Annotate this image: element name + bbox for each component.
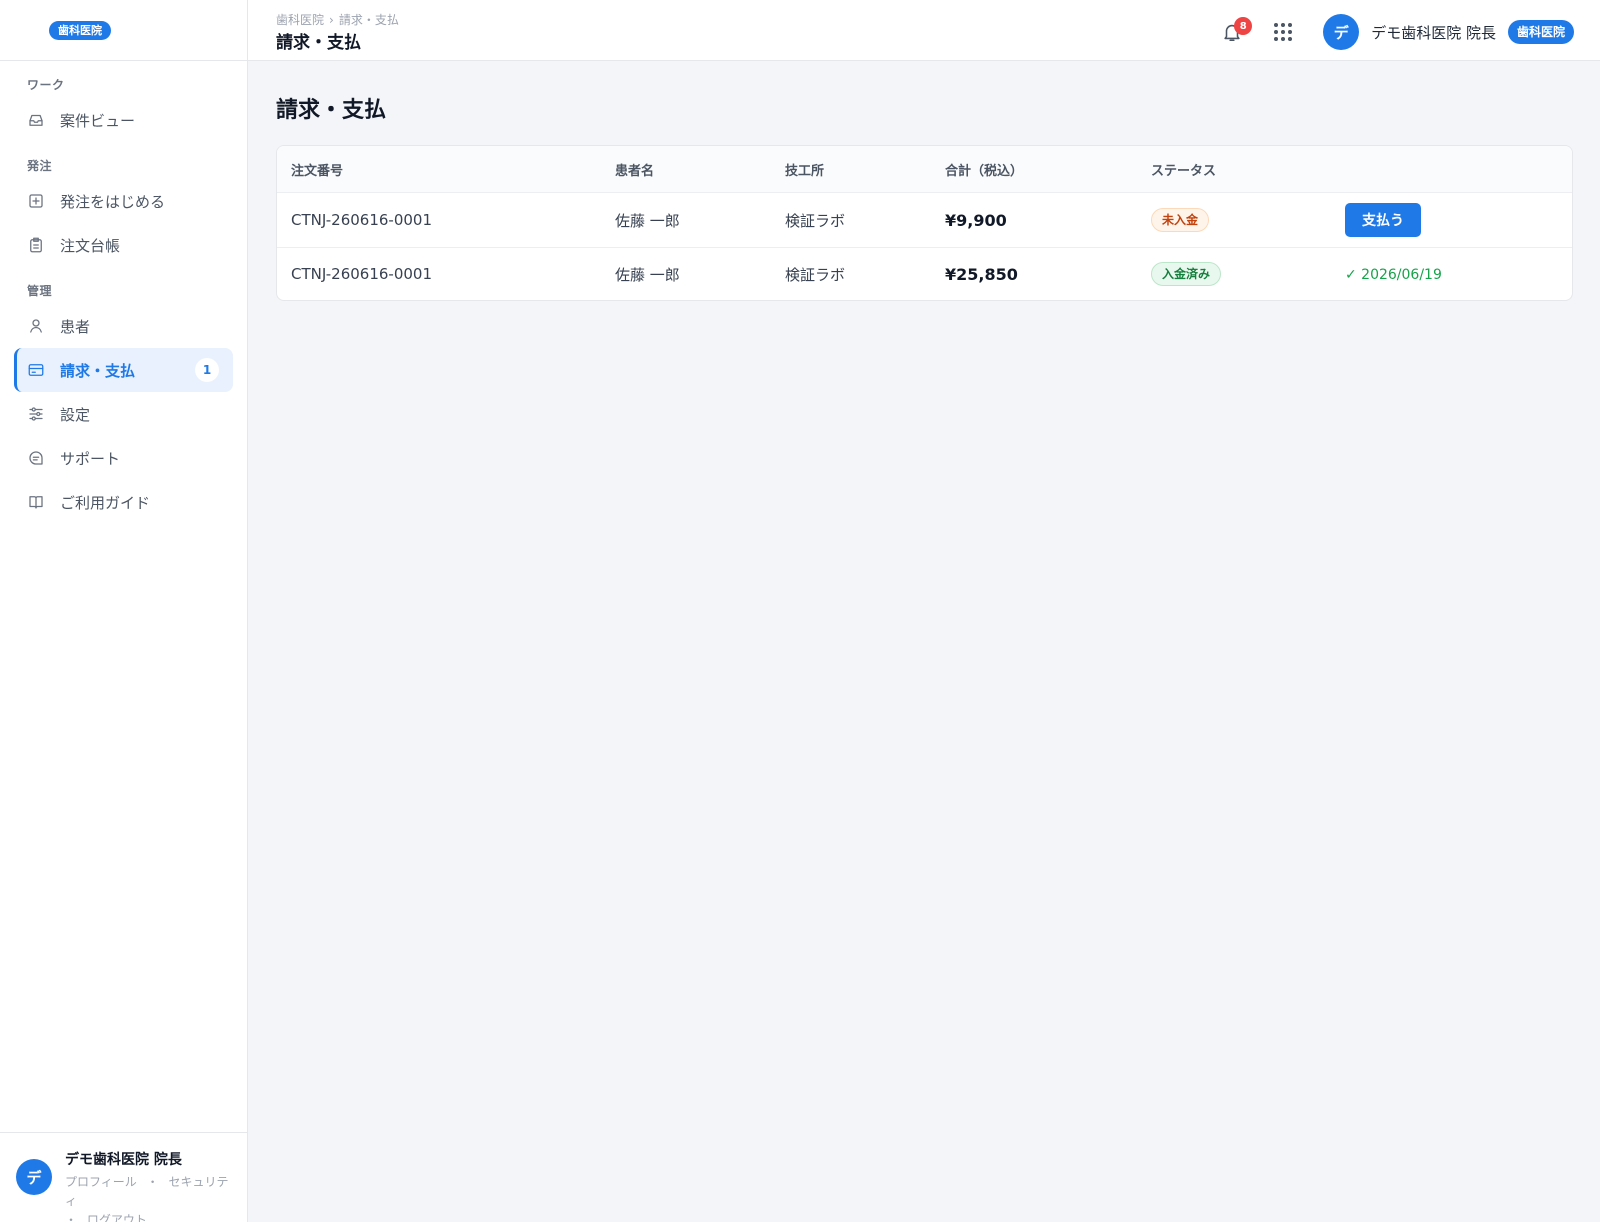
app-root: 歯科医院 ワーク 案件ビュー 発注 発注をはじめる 注文台帳 管理 患者 請求・… bbox=[0, 0, 1600, 1222]
grid-icon bbox=[1274, 23, 1293, 41]
column-header-status: ステータス bbox=[1151, 163, 1217, 179]
sidebar-brand: 歯科医院 bbox=[0, 0, 247, 61]
book-icon bbox=[27, 493, 45, 511]
sidebar-item-label: 発注をはじめる bbox=[60, 192, 166, 211]
notification-count-badge: 8 bbox=[1234, 17, 1253, 35]
brand-badge[interactable]: 歯科医院 bbox=[49, 20, 111, 40]
column-header-patient: 患者名 bbox=[615, 163, 655, 179]
status-cell: 入金済み bbox=[1137, 262, 1331, 286]
user-avatar[interactable]: デ bbox=[1323, 14, 1360, 50]
table-header-row: 注文番号 患者名 技工所 合計（税込） ステータス bbox=[277, 146, 1572, 193]
action-cell: 支払う bbox=[1331, 203, 1572, 237]
sidebar-item-label: サポート bbox=[60, 449, 121, 468]
role-badge: 歯科医院 bbox=[1507, 20, 1574, 44]
breadcrumb-item-clinic[interactable]: 歯科医院 bbox=[276, 13, 324, 27]
link-separator: ・ bbox=[146, 1175, 159, 1189]
apps-grid-button[interactable] bbox=[1273, 22, 1293, 42]
patient-name: 佐藤 一郎 bbox=[615, 211, 680, 230]
total-amount: ¥25,850 bbox=[945, 264, 1018, 284]
paid-date: ✓ 2026/06/19 bbox=[1345, 267, 1442, 283]
column-header-order-no: 注文番号 bbox=[291, 163, 344, 179]
sidebar-item-settings[interactable]: 設定 bbox=[14, 392, 233, 436]
sidebar-item-label: 注文台帳 bbox=[60, 236, 121, 255]
sidebar-item-patients[interactable]: 患者 bbox=[14, 304, 233, 348]
header-actions: 8 デ デモ歯科医院 院長 歯科医院 bbox=[1221, 14, 1574, 50]
profile-link[interactable]: プロフィール bbox=[65, 1175, 137, 1189]
page-title: 請求・支払 bbox=[276, 98, 387, 123]
footer-user-name: デモ歯科医院 院長 bbox=[65, 1152, 182, 1168]
credit-card-icon bbox=[27, 361, 45, 379]
pay-button[interactable]: 支払う bbox=[1345, 203, 1421, 237]
user-name[interactable]: デモ歯科医院 院長 bbox=[1371, 22, 1496, 43]
sidebar-item-label: 設定 bbox=[60, 405, 91, 424]
sidebar-item-label: 請求・支払 bbox=[60, 361, 136, 380]
inbox-icon bbox=[27, 111, 45, 129]
order-number: CTNJ-260616-0001 bbox=[291, 265, 433, 283]
sidebar-item-label: 案件ビュー bbox=[60, 111, 136, 130]
action-cell: ✓ 2026/06/19 bbox=[1331, 265, 1572, 283]
lab-name: 検証ラボ bbox=[785, 211, 846, 230]
billing-count-badge: 1 bbox=[195, 358, 219, 382]
main-content: 請求・支払 注文番号 患者名 技工所 合計（税込） ステータス CTNJ-260… bbox=[276, 61, 1573, 301]
avatar[interactable]: デ bbox=[16, 1159, 52, 1195]
status-badge: 入金済み bbox=[1151, 262, 1222, 286]
sidebar-item-label: ご利用ガイド bbox=[60, 493, 151, 512]
sidebar-item-guide[interactable]: ご利用ガイド bbox=[14, 480, 233, 524]
column-header-lab: 技工所 bbox=[785, 163, 825, 179]
billing-table: 注文番号 患者名 技工所 合計（税込） ステータス CTNJ-260616-00… bbox=[276, 145, 1573, 301]
total-amount: ¥9,900 bbox=[945, 210, 1007, 230]
clipboard-icon bbox=[27, 236, 45, 254]
chat-icon bbox=[27, 449, 45, 467]
sidebar-footer: デ デモ歯科医院 院長 プロフィール ・ セキュリティ ・ ログアウト bbox=[0, 1132, 247, 1222]
top-header: 歯科医院 › 請求・支払 請求・支払 8 デ デモ歯科医院 院長 歯科医院 bbox=[248, 0, 1600, 61]
breadcrumb-item-billing: 請求・支払 bbox=[338, 13, 399, 27]
sidebar: 歯科医院 ワーク 案件ビュー 発注 発注をはじめる 注文台帳 管理 患者 請求・… bbox=[0, 0, 248, 1222]
column-header-total: 合計（税込） bbox=[945, 163, 1024, 179]
table-row[interactable]: CTNJ-260616-0001 佐藤 一郎 検証ラボ ¥25,850 入金済み… bbox=[277, 248, 1572, 300]
lab-name: 検証ラボ bbox=[785, 265, 846, 284]
status-badge: 未入金 bbox=[1151, 208, 1210, 232]
sidebar-item-case-view[interactable]: 案件ビュー bbox=[14, 98, 233, 142]
header-title: 請求・支払 bbox=[276, 33, 361, 53]
link-separator: ・ bbox=[65, 1213, 78, 1222]
sidebar-item-billing[interactable]: 請求・支払 1 bbox=[14, 348, 233, 392]
order-number: CTNJ-260616-0001 bbox=[291, 211, 433, 229]
patient-name: 佐藤 一郎 bbox=[615, 265, 680, 284]
sidebar-item-support[interactable]: サポート bbox=[14, 436, 233, 480]
sidebar-item-label: 患者 bbox=[60, 317, 91, 336]
plus-square-icon bbox=[27, 192, 45, 210]
table-row[interactable]: CTNJ-260616-0001 佐藤 一郎 検証ラボ ¥9,900 未入金 支… bbox=[277, 193, 1572, 248]
nav-section-admin: 管理 bbox=[27, 284, 53, 298]
breadcrumb: 歯科医院 › 請求・支払 bbox=[276, 11, 399, 28]
nav-section-order: 発注 bbox=[27, 159, 53, 173]
footer-links: プロフィール ・ セキュリティ ・ ログアウト bbox=[65, 1173, 235, 1222]
nav-section-work: ワーク bbox=[27, 78, 65, 92]
sliders-icon bbox=[27, 405, 45, 423]
notifications-button[interactable]: 8 bbox=[1221, 17, 1253, 43]
breadcrumb-separator: › bbox=[329, 13, 334, 27]
footer-user-info: デモ歯科医院 院長 プロフィール ・ セキュリティ ・ ログアウト bbox=[65, 1149, 235, 1222]
sidebar-item-order-ledger[interactable]: 注文台帳 bbox=[14, 223, 233, 267]
status-cell: 未入金 bbox=[1137, 208, 1331, 232]
logout-link[interactable]: ログアウト bbox=[87, 1213, 147, 1222]
user-icon bbox=[27, 317, 45, 335]
sidebar-item-start-order[interactable]: 発注をはじめる bbox=[14, 179, 233, 223]
